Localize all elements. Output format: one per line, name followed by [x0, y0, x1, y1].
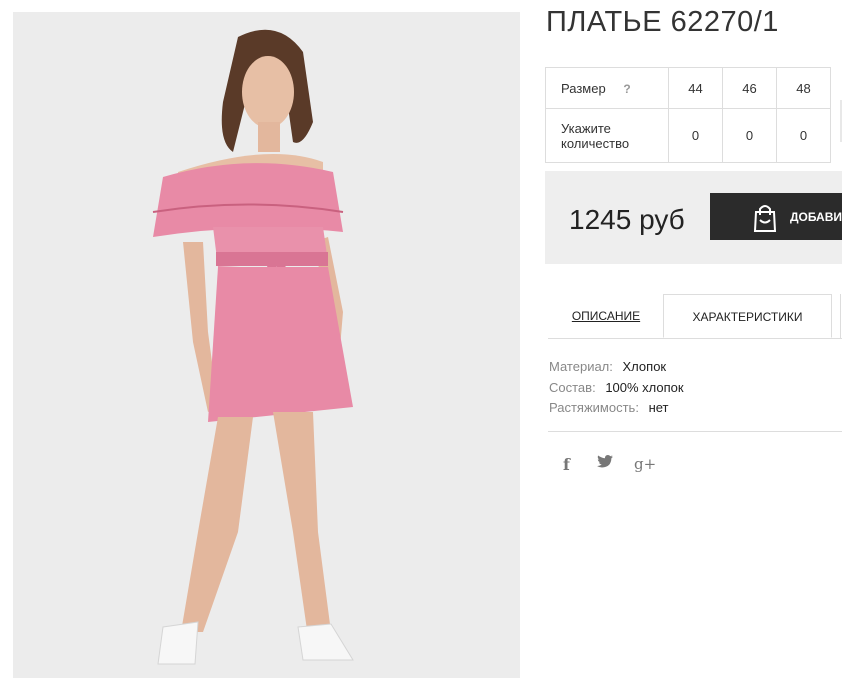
size-help-icon[interactable]: ?: [623, 82, 630, 96]
spec-row: Растяжимость: нет: [549, 398, 684, 419]
spec-row: Материал: Хлопок: [549, 357, 684, 378]
add-to-cart-label: ДОБАВИТЬ: [790, 210, 842, 224]
product-price: 1245 руб: [569, 204, 685, 235]
tab-edge: [840, 294, 841, 338]
add-to-cart-button[interactable]: ДОБАВИТЬ: [710, 193, 842, 240]
tab-description[interactable]: ОПИСАНИЕ: [548, 294, 664, 338]
product-photo[interactable]: [13, 12, 520, 678]
quantity-46-input[interactable]: 0: [722, 108, 777, 163]
twitter-icon[interactable]: [597, 455, 613, 473]
tab-characteristics[interactable]: ХАРАКТЕРИСТИКИ: [663, 294, 832, 338]
size-quantity-table: Размер ? 44 46 48 Укажите количество 0 0…: [545, 67, 831, 163]
size-label: Размер: [561, 80, 606, 96]
quantity-label: Укажите количество: [545, 108, 669, 163]
size-48: 48: [776, 67, 831, 109]
google-plus-icon[interactable]: g+: [634, 455, 656, 473]
size-label-cell: Размер ?: [545, 67, 669, 109]
spec-key: Растяжимость:: [549, 400, 639, 415]
specs-list: Материал: Хлопок Состав: 100% хлопок Рас…: [549, 357, 684, 419]
section-divider: [548, 431, 842, 432]
size-row: Размер ? 44 46 48: [545, 67, 831, 109]
quantity-44-input[interactable]: 0: [668, 108, 723, 163]
twitter-bird-glyph: [597, 455, 613, 468]
model-in-dress-image: [13, 12, 520, 678]
price-box: 1245 руб ДОБАВИТЬ: [545, 171, 842, 264]
quantity-48-input[interactable]: 0: [776, 108, 831, 163]
shopping-bag-icon: [753, 205, 777, 232]
spec-value: 100% хлопок: [605, 379, 684, 395]
spec-value: нет: [648, 400, 669, 415]
quantity-row: Укажите количество 0 0 0: [545, 108, 831, 163]
spec-row: Состав: 100% хлопок: [549, 378, 684, 399]
spec-key: Материал:: [549, 359, 613, 374]
spec-value: Хлопок: [622, 359, 667, 374]
size-46: 46: [722, 67, 777, 109]
size-44: 44: [668, 67, 723, 109]
product-title: ПЛАТЬЕ 62270/1: [546, 6, 779, 38]
spec-key: Состав:: [549, 379, 596, 395]
facebook-icon[interactable]: f: [563, 455, 570, 474]
